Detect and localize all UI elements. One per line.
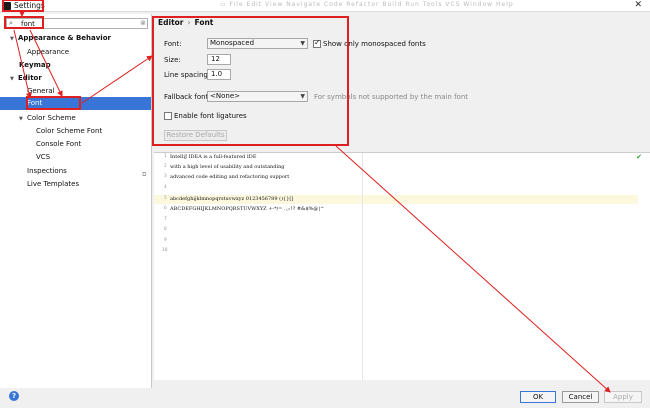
tree-item-label: VCS: [36, 153, 51, 161]
line-number: 3: [164, 174, 167, 179]
apply-button[interactable]: Apply: [604, 391, 642, 403]
help-icon[interactable]: ?: [9, 391, 19, 401]
tree-item-color-scheme-font[interactable]: Color Scheme Font: [36, 125, 102, 137]
tree-item-editor[interactable]: ▼ Editor: [10, 72, 42, 84]
line-number: 2: [164, 164, 167, 169]
annotation-box-font-item: [26, 96, 81, 110]
font-preview-editor[interactable]: ✔ 1 2 3 4 5 6 7 8 9 10 IntelliJ IDEA is …: [154, 152, 650, 381]
checkmark-icon: ✔: [636, 153, 642, 161]
line-number: 9: [164, 238, 167, 243]
tree-item-appearance[interactable]: Appearance: [27, 46, 69, 58]
tree-item-label: Color Scheme Font: [36, 127, 103, 135]
chevron-down-icon[interactable]: ▼: [10, 33, 18, 45]
right-margin-guide: [362, 153, 363, 381]
preview-line: abcdefghijklmnopqrstuvwxyz 0123456789 ()…: [170, 196, 294, 202]
line-number: 7: [164, 217, 167, 222]
tree-item-label: General: [27, 87, 55, 95]
tree-item-live-templates[interactable]: Live Templates: [27, 178, 79, 190]
line-number: 1: [164, 154, 167, 159]
line-number: 5: [164, 196, 167, 201]
tree-item-console-font[interactable]: Console Font: [36, 138, 81, 150]
tree-item-label: Keymap: [19, 61, 51, 69]
ok-button[interactable]: OK: [520, 391, 556, 403]
close-icon[interactable]: ✕: [634, 0, 642, 10]
tree-item-label: Editor: [18, 74, 42, 82]
line-number: 8: [164, 227, 167, 232]
tree-item-label: Console Font: [36, 140, 82, 148]
clear-search-icon[interactable]: ⊗: [140, 19, 146, 27]
tree-item-keymap[interactable]: Keymap: [19, 59, 51, 71]
preview-line: ABCDEFGHIJKLMNOPQRSTUVWXYZ +-*/= .,;:!? …: [170, 206, 325, 212]
settings-tree-panel: ⌕ font ⊗ ▼ Appearance & Behavior Appearan…: [0, 14, 152, 388]
preview-line: advanced code editing and refactoring su…: [170, 174, 290, 180]
dialog-button-bar: ? OK Cancel Apply: [0, 388, 650, 408]
line-number: 10: [162, 248, 168, 253]
title-bar: Settings ▭ File Edit View Navigate Code …: [0, 0, 650, 12]
line-number: 6: [164, 206, 167, 211]
tree-item-label: Inspections: [27, 167, 67, 175]
tree-item-label: Color Scheme: [27, 114, 76, 122]
annotation-box-font-settings: [152, 16, 349, 146]
tree-item-label: Appearance: [27, 48, 70, 56]
tree-item-vcs[interactable]: VCS: [36, 151, 50, 163]
preview-line: IntelliJ IDEA is a full-featured IDE: [170, 154, 257, 160]
tree-item-label: Appearance & Behavior: [18, 34, 111, 42]
background-menu-bar: ▭ File Edit View Navigate Code Refactor …: [220, 1, 514, 8]
tree-item-appearance-behavior[interactable]: ▼ Appearance & Behavior: [10, 32, 111, 44]
project-scope-icon: ⧉: [142, 171, 147, 178]
annotation-box-title: [2, 0, 44, 12]
chevron-down-icon[interactable]: ▼: [19, 113, 27, 125]
tree-item-label: Live Templates: [27, 180, 80, 188]
chevron-down-icon[interactable]: ▼: [10, 73, 18, 85]
cancel-button[interactable]: Cancel: [562, 391, 599, 403]
tree-item-color-scheme[interactable]: ▼ Color Scheme: [19, 112, 76, 124]
line-number: 4: [164, 185, 167, 190]
tree-item-inspections[interactable]: Inspections: [27, 165, 67, 177]
preview-line: with a high level of usability and outst…: [170, 164, 285, 170]
annotation-box-search: [4, 16, 44, 29]
